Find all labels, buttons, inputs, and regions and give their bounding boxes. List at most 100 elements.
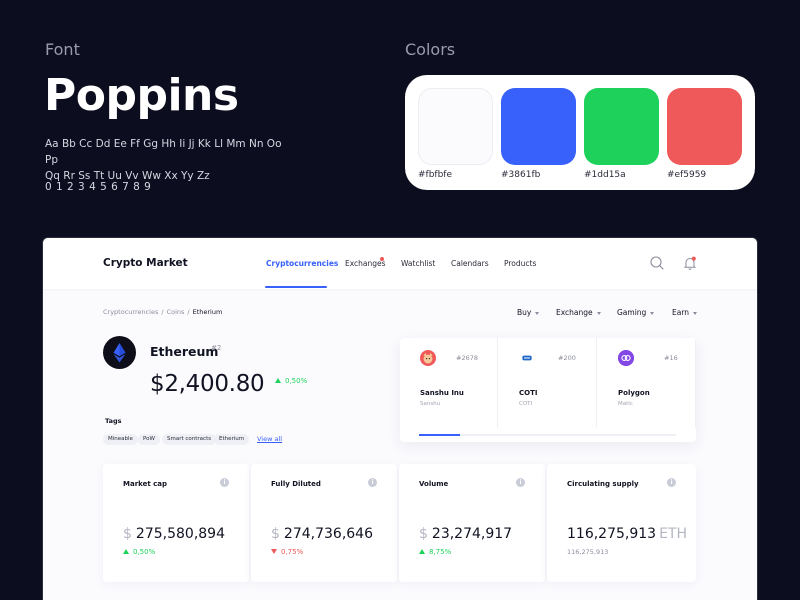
coti-icon [519, 350, 535, 366]
nav-exchanges[interactable]: Exchanges [345, 259, 386, 268]
stat-amount: 23,274,917 [431, 526, 513, 542]
chevron-down-icon [693, 311, 698, 315]
trending-name: Sanshu Inu [420, 389, 464, 397]
stat-title: Fully Diluted [271, 480, 321, 488]
stat-title: Circulating supply [567, 480, 639, 488]
view-all-tags-link[interactable]: View all [257, 434, 282, 445]
currency-symbol: $ [419, 526, 428, 542]
filter-earn[interactable]: Earn [672, 308, 698, 317]
tag-mineable[interactable]: Mineable [103, 434, 138, 445]
trending-rank: #200 [558, 354, 576, 362]
sanshu-inu-icon [420, 350, 436, 366]
info-icon[interactable]: i [368, 478, 377, 487]
nav-watchlist[interactable]: Watchlist [401, 259, 435, 268]
app-window: Crypto Market Cryptocurrencies Exchanges… [42, 237, 758, 600]
breadcrumb-cryptocurrencies[interactable]: Cryptocurrencies [103, 308, 158, 316]
stat-change: 0,50% [123, 548, 155, 556]
trending-symbol: Sanshu [420, 401, 441, 407]
polygon-icon [618, 350, 634, 366]
breadcrumb-coins[interactable]: Coins [167, 308, 185, 316]
tag-etherium[interactable]: Etherium [214, 434, 250, 445]
exchanges-badge [380, 257, 384, 261]
stat-value: 116,275,913 ETH [567, 526, 687, 542]
arrow-up-icon [275, 378, 281, 383]
trending-coin-polygon[interactable]: #16 Polygon Matic [598, 338, 696, 428]
trending-coin-sanshu[interactable]: #2678 Sanshu Inu Sanshu [400, 338, 498, 428]
stat-change: 0,75% [271, 548, 303, 556]
breadcrumb-current: Etherium [192, 308, 223, 316]
swatch-red [667, 88, 742, 165]
stat-change: 8,75% [419, 548, 451, 556]
stat-value: $274,736,646 [271, 526, 373, 542]
breadcrumb-separator: / [187, 308, 190, 316]
stat-value: $23,274,917 [419, 526, 512, 542]
coin-name: Ethereum [150, 344, 219, 359]
coin-price: $2,400.80 [150, 371, 265, 397]
color-palette: #fbfbfe #3861fb #1dd15a #ef5959 [405, 75, 755, 190]
trending-rank: #2678 [456, 354, 478, 362]
info-icon[interactable]: i [516, 478, 525, 487]
trending-scroll-track[interactable] [419, 434, 676, 436]
bell-icon[interactable] [682, 255, 698, 271]
top-navbar: Crypto Market Cryptocurrencies Exchanges… [43, 238, 757, 289]
stat-unit: ETH [659, 526, 688, 542]
price-change: 0,50% [275, 377, 307, 385]
filter-gaming-label: Gaming [617, 308, 647, 317]
alphabet-sample: Aa Bb Cc Dd Ee Ff Gg Hh Ii Jj Kk Ll Mm N… [45, 136, 295, 184]
info-icon[interactable]: i [220, 478, 229, 487]
trending-name: Polygon [618, 389, 650, 397]
chevron-down-icon [535, 311, 540, 315]
swatch-green-label: #1dd15a [584, 170, 626, 180]
filter-gaming[interactable]: Gaming [617, 308, 655, 317]
stat-amount: 274,736,646 [283, 526, 373, 542]
nav-active-indicator [265, 286, 327, 288]
filter-exchange[interactable]: Exchange [556, 308, 601, 317]
breadcrumb: Cryptocurrencies / Coins / Etherium [103, 308, 222, 316]
stat-fully-diluted: Fully Diluted i $274,736,646 0,75% [251, 464, 397, 582]
filter-earn-label: Earn [672, 308, 690, 317]
brand-logo[interactable]: Crypto Market [103, 257, 188, 269]
stat-amount: 275,580,894 [135, 526, 225, 542]
trending-scroll-thumb[interactable] [419, 434, 461, 436]
search-icon[interactable] [649, 255, 665, 271]
trending-coins-card: #2678 Sanshu Inu Sanshu #200 COTI COTI #… [400, 338, 696, 442]
currency-symbol: $ [123, 526, 132, 542]
swatch-blue-label: #3861fb [501, 170, 541, 180]
stat-title: Volume [419, 480, 449, 488]
filter-buy[interactable]: Buy [517, 308, 540, 317]
arrow-up-icon [123, 549, 129, 554]
trending-coin-coti[interactable]: #200 COTI COTI [499, 338, 597, 428]
stat-change-value: 8,75% [429, 548, 452, 556]
tag-smart-contracts[interactable]: Smart contracts [162, 434, 217, 445]
stat-change-value: 0,75% [281, 548, 304, 556]
info-icon[interactable]: i [667, 478, 676, 487]
nav-products[interactable]: Products [504, 259, 536, 268]
chevron-down-icon [596, 311, 601, 315]
chevron-down-icon [650, 311, 655, 315]
stat-subvalue: 116,275,913 [567, 548, 609, 556]
arrow-down-icon [271, 549, 277, 554]
stat-amount: 116,275,913 [567, 526, 657, 542]
stat-value: $275,580,894 [123, 526, 225, 542]
nav-cryptocurrencies[interactable]: Cryptocurrencies [266, 259, 338, 268]
price-change-value: 0,50% [285, 377, 308, 385]
font-name: Poppins [44, 70, 239, 121]
alphabet-line-1: Aa Bb Cc Dd Ee Ff Gg Hh Ii Jj Kk Ll Mm N… [45, 138, 282, 166]
swatch-white [418, 88, 493, 165]
breadcrumb-separator: / [161, 308, 164, 316]
stat-market-cap: Market cap i $275,580,894 0,50% [103, 464, 249, 582]
tag-pow[interactable]: PoW [138, 434, 160, 445]
swatch-white-label: #fbfbfe [418, 170, 453, 180]
trending-symbol: COTI [519, 401, 533, 407]
trending-symbol: Matic [618, 401, 633, 407]
arrow-up-icon [419, 549, 425, 554]
coin-rank: #2 [211, 344, 222, 352]
stat-volume: Volume i $23,274,917 8,75% [399, 464, 545, 582]
filter-exchange-label: Exchange [556, 308, 593, 317]
numbers-sample: 0 1 2 3 4 5 6 7 8 9 [45, 181, 152, 193]
trending-name: COTI [519, 389, 538, 397]
nav-calendars[interactable]: Calendars [451, 259, 489, 268]
currency-symbol: $ [271, 526, 280, 542]
stat-circulating-supply: Circulating supply i 116,275,913 ETH 116,… [547, 464, 696, 582]
swatch-green [584, 88, 659, 165]
